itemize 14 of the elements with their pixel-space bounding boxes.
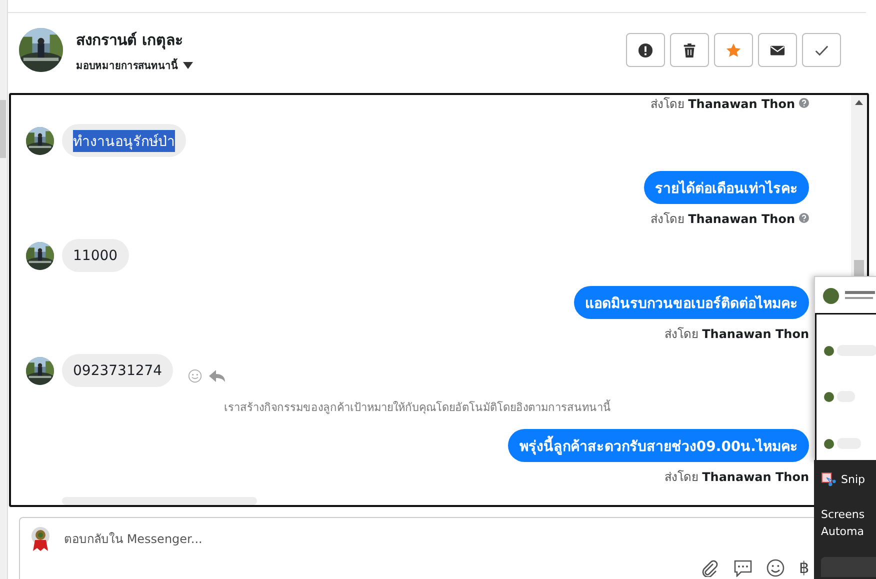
message-bubble: 11000 [62,239,129,272]
message-bubble: แอดมินรบกวนขอเบอร์ติดต่อไหมคะ [574,286,809,319]
message-bubble: 0923731274 [62,354,174,387]
system-notice: เราสร้างกิจกรรมของลูกค้าเป้าหมายให้กับคุณโดยอัตโนมัติโดยอิงตามการสนทนานี้ [223,401,612,415]
sender-caption: ส่งโดย Thanawan Thon [650,96,795,112]
app-name: Snip [841,473,865,486]
message-bubble: ทำงานอนุรักษ์ป่า [62,124,186,157]
message-bubble: พรุ่งนี้ลูกค้าสะดวกรับสายช่วง09.00น.ไหมคะ [508,429,809,462]
contact-name: สงกรานต์ เกตุละ [76,30,184,52]
sender-caption: ส่งโดย Thanawan Thon [664,468,809,486]
message-bubble: รายได้ต่อเดือนเท่าไรคะ [644,171,809,204]
sender-caption: ส่งโดย Thanawan Thon [664,326,809,342]
notification-text: Automa [821,524,865,540]
sender-caption: ส่งโดย Thanawan Thon [650,210,795,228]
